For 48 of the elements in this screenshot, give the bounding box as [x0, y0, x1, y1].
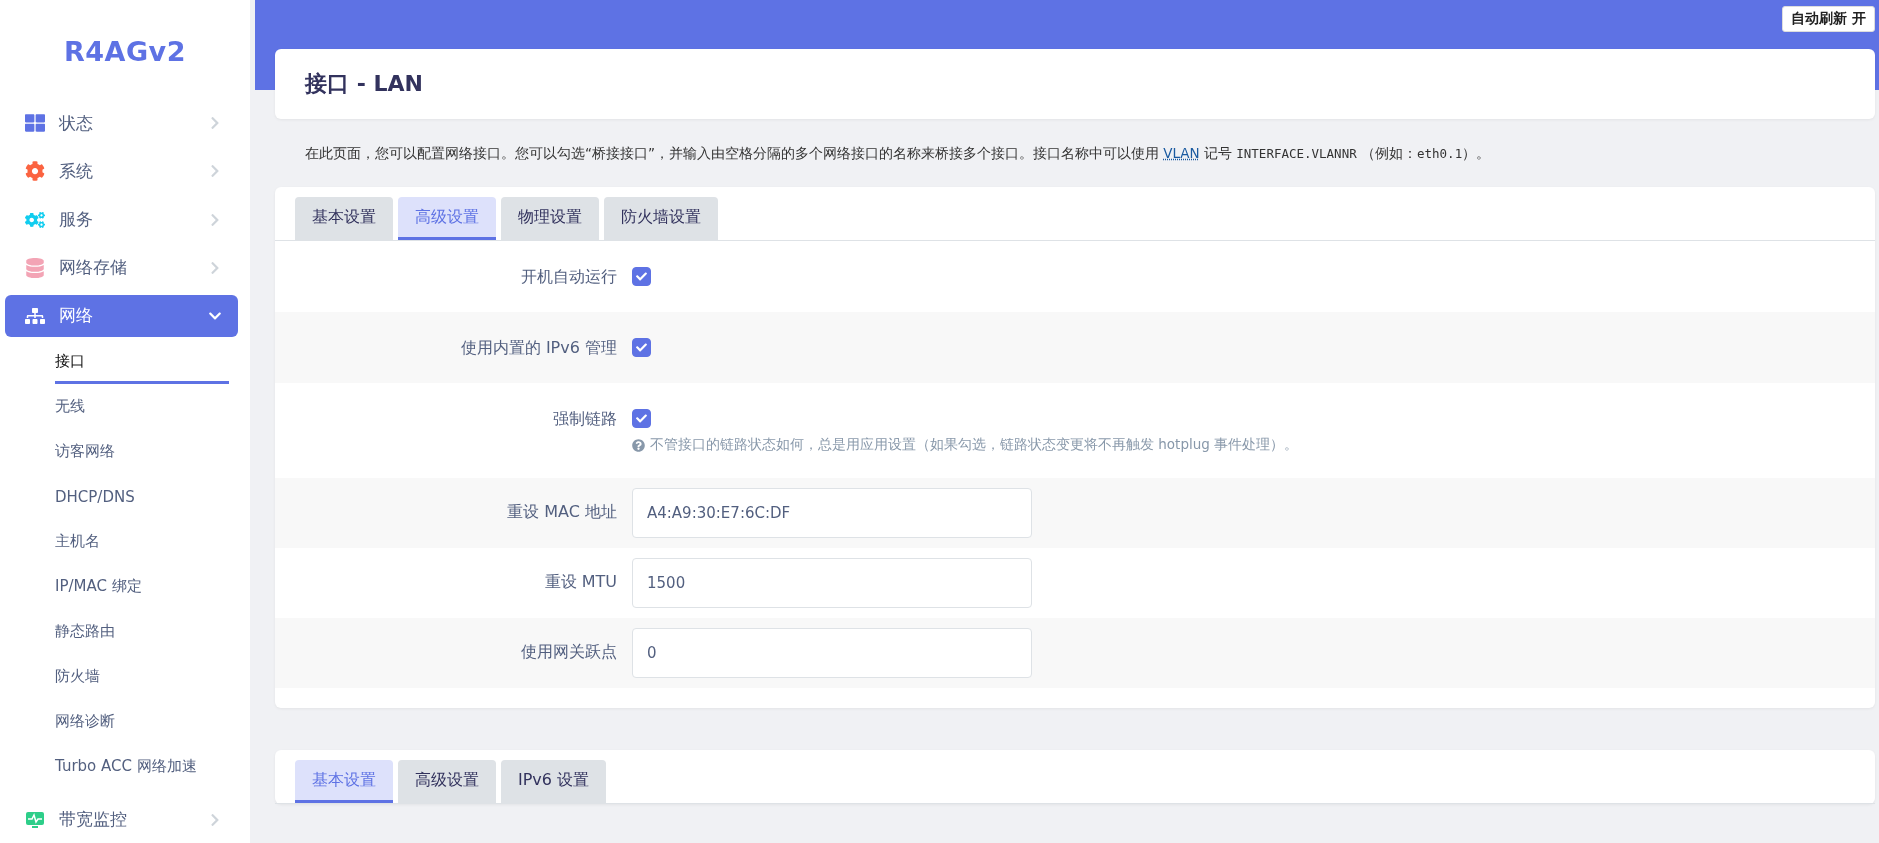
field-label: 使用网关跃点 — [520, 641, 617, 663]
auto-refresh-button[interactable]: 自动刷新 开 — [1782, 6, 1875, 32]
submenu-item[interactable]: 访客网络 — [55, 432, 229, 474]
checkmark-icon — [636, 413, 647, 424]
menu-item[interactable]: 状态 — [5, 102, 238, 145]
tab[interactable]: 防火墙设置 — [604, 197, 718, 240]
database-icon — [25, 257, 47, 278]
field-label: 开机自动运行 — [520, 266, 617, 288]
page-description: 在此页面，您可以配置网络接口。您可以勾选“桥接接口”，并输入由空格分隔的多个网络接口的名称来桥接多个接口。接口名称中可以使用 VLAN 记号 INTERFACE.VLANNR （例如：eth0.1）。 — [305, 145, 1492, 163]
checkbox[interactable] — [632, 409, 651, 428]
page-title: 接口 - LAN — [305, 70, 423, 98]
field-label: 使用内置的 IPv6 管理 — [459, 337, 617, 359]
field-label: 强制链路 — [552, 408, 617, 430]
gears-icon — [25, 209, 47, 230]
checkbox[interactable] — [632, 267, 651, 286]
text-field[interactable]: A4:A9:30:E7:6C:DF — [632, 488, 1032, 538]
submenu-item[interactable]: 静态路由 — [55, 612, 229, 654]
checkmark-icon — [636, 271, 647, 282]
field-label: 重设 MAC 地址 — [506, 501, 617, 523]
submenu-item[interactable]: 防火墙 — [55, 657, 229, 699]
checkmark-icon — [636, 342, 647, 353]
tab[interactable]: IPv6 设置 — [501, 760, 607, 803]
submenu-item[interactable]: Turbo ACC 网络加速 — [55, 747, 229, 789]
text-field[interactable]: 0 — [632, 628, 1032, 678]
submenu-item[interactable]: IP/MAC 绑定 — [55, 567, 229, 609]
submenu-item[interactable]: DHCP/DNS — [55, 477, 229, 519]
text-field[interactable]: 1500 — [632, 558, 1032, 608]
sitemap-icon — [25, 305, 47, 326]
tab[interactable]: 物理设置 — [501, 197, 599, 240]
submenu-item[interactable]: 无线 — [55, 387, 229, 429]
help-icon — [632, 438, 645, 452]
menu-item[interactable]: 网络 — [5, 294, 238, 337]
checkbox[interactable] — [632, 338, 651, 357]
tab[interactable]: 高级设置 — [398, 760, 496, 803]
hint-text: 不管接口的链路状态如何，总是用应用设置（如果勾选，链路状态变更将不再触发 hotplug 事件处理）。 — [650, 436, 1299, 454]
menu-item[interactable]: 网络存储 — [5, 246, 238, 289]
submenu-item[interactable]: 接口 — [55, 342, 229, 384]
menu-item[interactable]: 服务 — [5, 198, 238, 241]
menu-item[interactable]: 带宽监控 — [5, 798, 238, 842]
tab[interactable]: 基本设置 — [295, 197, 393, 240]
logo: R4AGv2 — [63, 34, 187, 69]
dashboard-icon — [25, 113, 47, 134]
submenu-item[interactable]: 主机名 — [55, 522, 229, 564]
gear-icon — [25, 161, 47, 182]
field-label: 重设 MTU — [543, 571, 617, 593]
menu-item[interactable]: 系统 — [5, 150, 238, 193]
monitor-icon — [25, 809, 47, 830]
submenu-item[interactable]: 网络诊断 — [55, 702, 229, 744]
